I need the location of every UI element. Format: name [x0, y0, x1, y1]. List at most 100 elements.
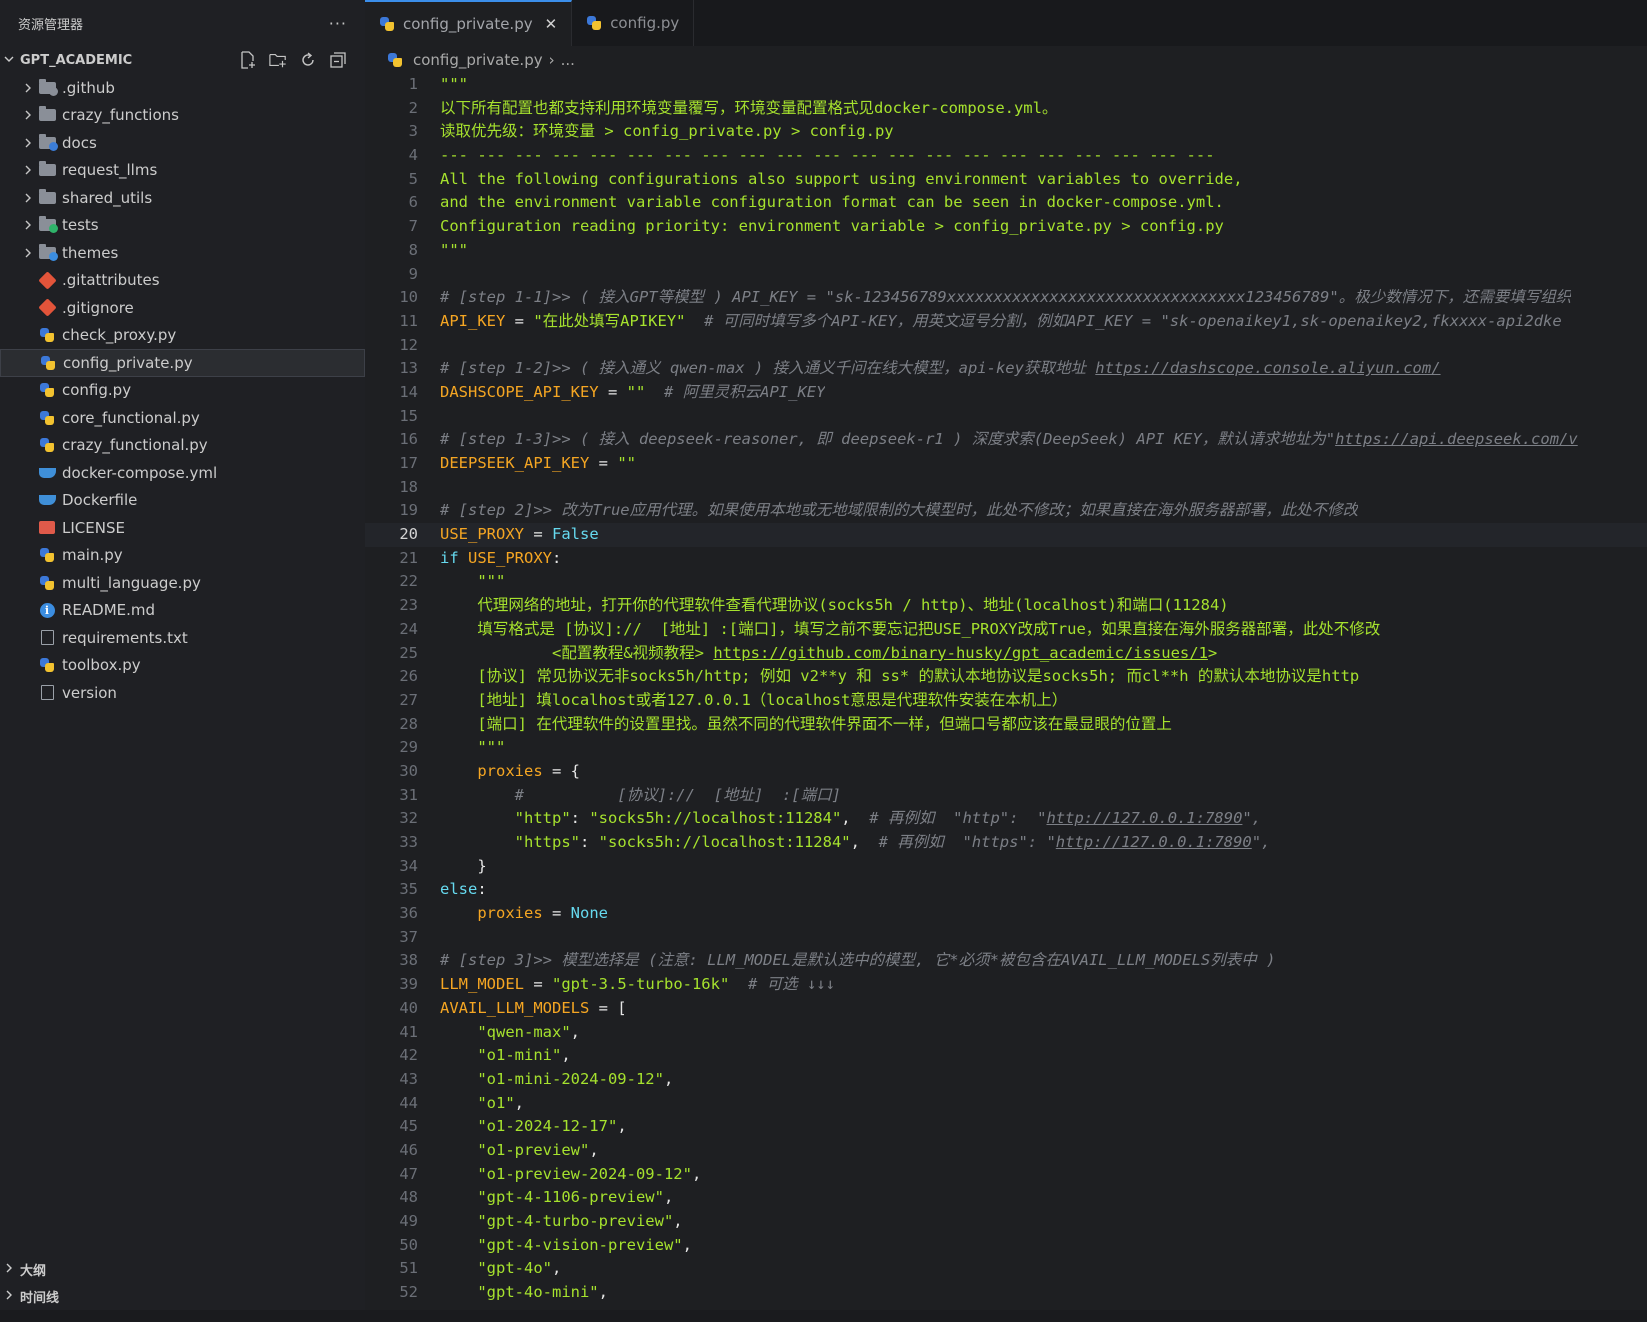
code-line[interactable]: 26 [协议] 常见协议无非socks5h/http; 例如 v2**y 和 s…: [365, 665, 1647, 689]
code-line[interactable]: 18: [365, 476, 1647, 500]
code-line[interactable]: 39 LLM_MODEL = "gpt-3.5-turbo-16k" # 可选 ↓…: [365, 973, 1647, 997]
tree-item-label: check_proxy.py: [62, 326, 177, 345]
code-line[interactable]: 41 "qwen-max",: [365, 1021, 1647, 1045]
file-tree: .github crazy_functions docs request_llms sh…: [0, 74, 365, 707]
tree-item[interactable]: toolbox.py: [0, 652, 365, 680]
code-token: # [step 1-2]>> ( 接入通义 qwen-max ) 接入通义千问在…: [440, 359, 1096, 378]
code-line[interactable]: 40 AVAIL_LLM_MODELS = [: [365, 997, 1647, 1021]
code-line[interactable]: 3 读取优先级：环境变量 > config_private.py > config…: [365, 120, 1647, 144]
new-file-icon[interactable]: [239, 51, 257, 69]
tab-config[interactable]: config.py: [572, 0, 695, 46]
tree-item[interactable]: LICENSE: [0, 514, 365, 542]
code-line[interactable]: 27 [地址] 填localhost或者127.0.0.1（localhost意…: [365, 689, 1647, 713]
code-line[interactable]: 4 --- --- --- --- --- --- --- --- --- ---…: [365, 144, 1647, 168]
tree-item[interactable]: themes: [0, 239, 365, 267]
code-line[interactable]: 10 # [step 1-1]>> ( 接入GPT等模型 ) API_KEY = …: [365, 286, 1647, 310]
code-line[interactable]: 34 }: [365, 855, 1647, 879]
tree-item[interactable]: check_proxy.py: [0, 322, 365, 350]
tree-item[interactable]: .gitattributes: [0, 267, 365, 295]
code-line[interactable]: 46 "o1-preview",: [365, 1139, 1647, 1163]
tree-item[interactable]: main.py: [0, 542, 365, 570]
code-line[interactable]: 43 "o1-mini-2024-09-12",: [365, 1068, 1647, 1092]
timeline-section[interactable]: 时间线: [0, 1283, 365, 1310]
code-line[interactable]: 17 DEEPSEEK_API_KEY = "": [365, 452, 1647, 476]
code-line[interactable]: 52 "gpt-4o-mini",: [365, 1281, 1647, 1305]
code-line[interactable]: 50 "gpt-4-vision-preview",: [365, 1234, 1647, 1258]
more-actions-icon[interactable]: ···: [329, 14, 347, 33]
breadcrumb-file[interactable]: config_private.py: [413, 51, 543, 69]
breadcrumb-symbols[interactable]: ...: [561, 51, 575, 69]
code-line[interactable]: 20 USE_PROXY = False: [365, 523, 1647, 547]
tree-item[interactable]: crazy_functions: [0, 102, 365, 130]
code-line[interactable]: 38 # [step 3]>> 模型选择是 (注意: LLM_MODEL是默认选中…: [365, 949, 1647, 973]
code-line[interactable]: 22 """: [365, 570, 1647, 594]
code-line[interactable]: 30 proxies = {: [365, 760, 1647, 784]
code-line[interactable]: 47 "o1-preview-2024-09-12",: [365, 1163, 1647, 1187]
code-line[interactable]: 15: [365, 405, 1647, 429]
code-line[interactable]: 45 "o1-2024-12-17",: [365, 1115, 1647, 1139]
code-line[interactable]: 32 "http": "socks5h://localhost:11284", …: [365, 807, 1647, 831]
code-line[interactable]: 21 if USE_PROXY:: [365, 547, 1647, 571]
tree-item[interactable]: core_functional.py: [0, 404, 365, 432]
code-token: All the following configurations also su…: [440, 169, 1243, 188]
code-line[interactable]: 9: [365, 263, 1647, 287]
tree-item[interactable]: .github: [0, 74, 365, 102]
code-line[interactable]: 29 """: [365, 736, 1647, 760]
tree-item[interactable]: request_llms: [0, 157, 365, 185]
tree-item[interactable]: docker-compose.yml: [0, 459, 365, 487]
code-line[interactable]: 8 """: [365, 239, 1647, 263]
tab-config-private[interactable]: config_private.py ✕: [365, 0, 573, 46]
code-line[interactable]: 25 <配置教程&视频教程> https://github.com/binary…: [365, 642, 1647, 666]
code-line[interactable]: 2 以下所有配置也都支持利用环境变量覆写，环境变量配置格式见docker-comp…: [365, 97, 1647, 121]
code-line[interactable]: 31 # [协议]:// [地址] :[端口]: [365, 784, 1647, 808]
code-line[interactable]: 48 "gpt-4-1106-preview",: [365, 1186, 1647, 1210]
code-line[interactable]: 35 else:: [365, 878, 1647, 902]
tree-item[interactable]: docs: [0, 129, 365, 157]
code-line[interactable]: 6 and the environment variable configurat…: [365, 191, 1647, 215]
code-line[interactable]: 19 # [step 2]>> 改为True应用代理。如果使用本地或无地域限制的大…: [365, 499, 1647, 523]
line-content: # [协议]:// [地址] :[端口]: [418, 784, 841, 808]
code-line[interactable]: 49 "gpt-4-turbo-preview",: [365, 1210, 1647, 1234]
tree-item[interactable]: Dockerfile: [0, 487, 365, 515]
code-line[interactable]: 23 代理网络的地址，打开你的代理软件查看代理协议(socks5h / http…: [365, 594, 1647, 618]
tree-item[interactable]: version: [0, 679, 365, 707]
code-line[interactable]: 36 proxies = None: [365, 902, 1647, 926]
tree-item[interactable]: shared_utils: [0, 184, 365, 212]
code-line[interactable]: 1 """: [365, 73, 1647, 97]
file-icon: [38, 684, 56, 702]
code-line[interactable]: 24 填写格式是 [协议]:// [地址] :[端口]，填写之前不要忘记把USE…: [365, 618, 1647, 642]
workspace-header[interactable]: GPT_ACADEMIC: [0, 46, 365, 74]
code-line[interactable]: 14 DASHSCOPE_API_KEY = "" # 阿里灵积云API_KEY: [365, 381, 1647, 405]
code-line[interactable]: 51 "gpt-4o",: [365, 1257, 1647, 1281]
tree-item[interactable]: .gitignore: [0, 294, 365, 322]
python-file-icon: [38, 574, 56, 592]
collapse-all-icon[interactable]: [329, 51, 347, 69]
code-token: # 可选 ↓↓↓: [729, 975, 835, 994]
tree-item[interactable]: crazy_functional.py: [0, 432, 365, 460]
new-folder-icon[interactable]: [269, 51, 287, 69]
code-line[interactable]: 33 "https": "socks5h://localhost:11284",…: [365, 831, 1647, 855]
code-editor[interactable]: 1 """ 2 以下所有配置也都支持利用环境变量覆写，环境变量配置格式见docker-…: [365, 73, 1647, 1305]
code-line[interactable]: 16 # [step 1-3]>> ( 接入 deepseek-reasoner,…: [365, 428, 1647, 452]
outline-section[interactable]: 大纲: [0, 1256, 365, 1283]
tree-item-label: multi_language.py: [62, 573, 201, 592]
close-icon[interactable]: ✕: [545, 15, 558, 33]
code-line[interactable]: 13 # [step 1-2]>> ( 接入通义 qwen-max ) 接入通义千…: [365, 357, 1647, 381]
tree-item[interactable]: multi_language.py: [0, 569, 365, 597]
code-line[interactable]: 11 API_KEY = "在此处填写APIKEY" # 可同时填写多个API-K…: [365, 310, 1647, 334]
code-line[interactable]: 7 Configuration reading priority: environ…: [365, 215, 1647, 239]
code-line[interactable]: 28 [端口] 在代理软件的设置里找。虽然不同的代理软件界面不一样，但端口号都应…: [365, 713, 1647, 737]
tree-item[interactable]: config_private.py: [0, 349, 365, 377]
tree-item[interactable]: requirements.txt: [0, 624, 365, 652]
code-line[interactable]: 42 "o1-mini",: [365, 1044, 1647, 1068]
refresh-icon[interactable]: [299, 51, 317, 69]
code-line[interactable]: 5 All the following configurations also s…: [365, 168, 1647, 192]
line-content: # [step 3]>> 模型选择是 (注意: LLM_MODEL是默认选中的模…: [418, 949, 1275, 973]
code-line[interactable]: 37: [365, 926, 1647, 950]
tree-item[interactable]: tests: [0, 212, 365, 240]
tree-item[interactable]: config.py: [0, 377, 365, 405]
code-line[interactable]: 44 "o1",: [365, 1092, 1647, 1116]
code-line[interactable]: 12: [365, 334, 1647, 358]
tree-item[interactable]: i README.md: [0, 597, 365, 625]
